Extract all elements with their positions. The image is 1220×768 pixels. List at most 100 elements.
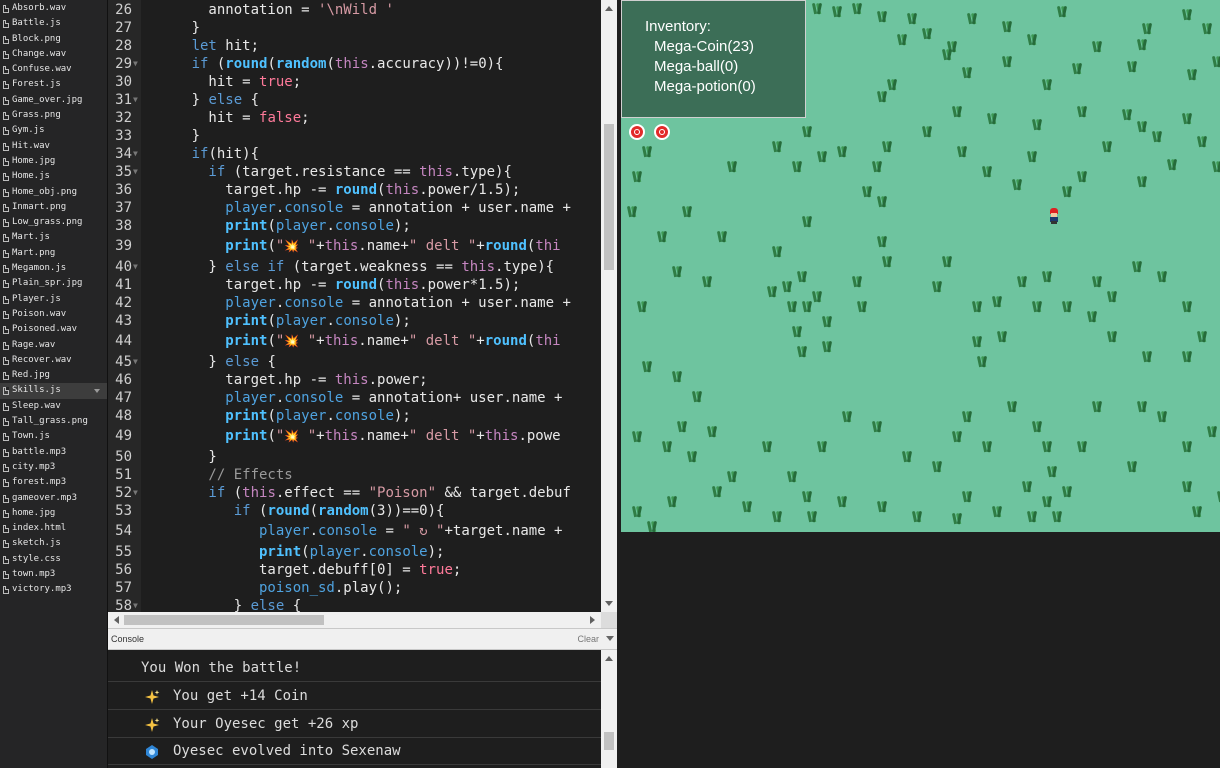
file-item[interactable]: Plain_spr.jpg bbox=[0, 276, 107, 291]
code-line[interactable]: let hit; bbox=[141, 37, 259, 55]
file-item[interactable]: Mart.js bbox=[0, 230, 107, 245]
code-line[interactable]: } else { bbox=[141, 597, 301, 612]
fold-arrow-icon[interactable]: ▼ bbox=[133, 484, 138, 502]
code-line[interactable]: // Effects bbox=[141, 466, 292, 484]
code-line[interactable]: } else { bbox=[141, 353, 275, 371]
scroll-right-arrow-icon[interactable] bbox=[590, 616, 595, 624]
code-line[interactable]: print("💥 "+this.name+" delt "+round(thi bbox=[141, 237, 560, 255]
file-item[interactable]: Tall_grass.png bbox=[0, 414, 107, 429]
file-item[interactable]: battle.mp3 bbox=[0, 445, 107, 460]
code-line[interactable]: } bbox=[141, 448, 216, 466]
file-item[interactable]: Inmart.png bbox=[0, 200, 107, 215]
code-line[interactable]: } else if (target.weakness == this.type)… bbox=[141, 258, 554, 276]
code-line[interactable]: player.console = annotation + user.name … bbox=[141, 199, 579, 217]
fold-arrow-icon[interactable]: ▼ bbox=[133, 145, 138, 163]
fold-arrow-icon[interactable]: ▼ bbox=[133, 258, 138, 276]
scroll-thumb[interactable] bbox=[124, 615, 324, 625]
code-line[interactable]: print("💥 "+this.name+" delt "+this.powe bbox=[141, 427, 560, 445]
file-item[interactable]: Home_obj.png bbox=[0, 185, 107, 200]
code-editor[interactable]: 26 27 28 29 ▼ 30 31 ▼ 32 33 34 ▼ 35 ▼ 36 37 38 39 40 ▼ 41 42 4… bbox=[108, 0, 617, 628]
file-item[interactable]: Poisoned.wav bbox=[0, 322, 107, 337]
editor-horizontal-scrollbar[interactable] bbox=[108, 612, 601, 628]
scroll-up-arrow-icon[interactable] bbox=[605, 656, 613, 661]
grass-tuft bbox=[791, 160, 803, 172]
file-item[interactable]: Rage.wav bbox=[0, 338, 107, 353]
code-line[interactable]: } bbox=[141, 19, 200, 37]
code-line[interactable]: if (this.effect == "Poison" && target.de… bbox=[141, 484, 570, 502]
code-line[interactable]: if(hit){ bbox=[141, 145, 259, 163]
file-item[interactable]: sketch.js bbox=[0, 536, 107, 551]
file-item[interactable]: Battle.js bbox=[0, 16, 107, 31]
code-area[interactable]: annotation = '\nWild ' } let hit; if (ro… bbox=[141, 0, 601, 612]
code-line[interactable]: player.console = annotation + user.name … bbox=[141, 294, 571, 312]
code-token: +target.name + bbox=[444, 523, 571, 539]
code-line[interactable]: player.console = annotation+ user.name + bbox=[141, 389, 571, 407]
code-line[interactable]: hit = true; bbox=[141, 73, 301, 91]
file-item[interactable]: Mart.png bbox=[0, 246, 107, 261]
code-line[interactable]: target.hp -= this.power; bbox=[141, 371, 427, 389]
fold-arrow-icon[interactable]: ▼ bbox=[133, 163, 138, 181]
file-item[interactable]: town.mp3 bbox=[0, 567, 107, 582]
scroll-up-arrow-icon[interactable] bbox=[605, 6, 613, 11]
file-item[interactable]: forest.mp3 bbox=[0, 475, 107, 490]
code-line[interactable]: poison_sd.play(); bbox=[141, 579, 402, 597]
fold-arrow-icon[interactable]: ▼ bbox=[133, 597, 138, 612]
file-item[interactable]: Forest.js bbox=[0, 77, 107, 92]
code-line[interactable]: hit = false; bbox=[141, 109, 309, 127]
file-item[interactable]: Megamon.js bbox=[0, 261, 107, 276]
fold-arrow-icon[interactable]: ▼ bbox=[133, 55, 138, 73]
console-vertical-scrollbar[interactable] bbox=[601, 650, 617, 768]
file-item[interactable]: Home.js bbox=[0, 169, 107, 184]
file-item[interactable]: Poison.wav bbox=[0, 307, 107, 322]
grass-tuft bbox=[1136, 120, 1148, 132]
file-item[interactable]: home.jpg bbox=[0, 506, 107, 521]
scroll-left-arrow-icon[interactable] bbox=[114, 616, 119, 624]
file-item[interactable]: Game_over.jpg bbox=[0, 93, 107, 108]
code-line[interactable]: target.hp -= round(this.power*1.5); bbox=[141, 276, 520, 294]
code-line[interactable]: print(player.console); bbox=[141, 312, 410, 330]
code-line[interactable]: print(player.console); bbox=[141, 407, 410, 425]
code-line[interactable]: } else { bbox=[141, 91, 259, 109]
file-item[interactable]: Confuse.wav bbox=[0, 62, 107, 77]
code-line[interactable]: target.hp -= round(this.power/1.5); bbox=[141, 181, 520, 199]
file-item[interactable]: Gym.js bbox=[0, 123, 107, 138]
code-line[interactable]: if (round(random(this.accuracy))!=0){ bbox=[141, 55, 504, 73]
file-item[interactable]: Town.js bbox=[0, 429, 107, 444]
code-line[interactable]: target.debuff[0] = true; bbox=[141, 561, 461, 579]
file-item[interactable]: Hit.wav bbox=[0, 139, 107, 154]
fold-arrow-icon[interactable]: ▼ bbox=[133, 353, 138, 371]
code-line[interactable]: print(player.console); bbox=[141, 217, 410, 235]
code-line[interactable]: player.console = " ↻ "+target.name + bbox=[141, 522, 571, 540]
file-item[interactable]: Low_grass.png bbox=[0, 215, 107, 230]
file-item[interactable]: Absorb.wav bbox=[0, 1, 107, 16]
scroll-down-arrow-icon[interactable] bbox=[605, 601, 613, 606]
file-menu-icon[interactable] bbox=[94, 389, 100, 394]
file-item[interactable]: Home.jpg bbox=[0, 154, 107, 169]
file-item[interactable]: Change.wav bbox=[0, 47, 107, 62]
code-line[interactable]: print(player.console); bbox=[141, 543, 444, 561]
file-item[interactable]: Recover.wav bbox=[0, 353, 107, 368]
scroll-thumb[interactable] bbox=[604, 732, 614, 750]
file-item[interactable]: style.css bbox=[0, 552, 107, 567]
file-item[interactable]: Block.png bbox=[0, 32, 107, 47]
file-item[interactable]: Red.jpg bbox=[0, 368, 107, 383]
file-item[interactable]: city.mp3 bbox=[0, 460, 107, 475]
fold-arrow-icon[interactable]: ▼ bbox=[133, 91, 138, 109]
file-item[interactable]: Skills.js bbox=[0, 383, 107, 399]
file-item[interactable]: Grass.png bbox=[0, 108, 107, 123]
code-line[interactable]: if (round(random(3))==0){ bbox=[141, 502, 445, 520]
scroll-thumb[interactable] bbox=[604, 124, 614, 270]
file-item[interactable]: victory.mp3 bbox=[0, 582, 107, 597]
file-item[interactable]: index.html bbox=[0, 521, 107, 536]
editor-vertical-scrollbar[interactable] bbox=[601, 0, 617, 612]
code-line[interactable]: annotation = '\nWild ' bbox=[141, 1, 393, 19]
chevron-down-icon[interactable] bbox=[606, 636, 614, 641]
code-line[interactable]: if (target.resistance == this.type){ bbox=[141, 163, 511, 181]
file-item[interactable]: Sleep.wav bbox=[0, 399, 107, 414]
code-line[interactable]: print("💥 "+this.name+" delt "+round(thi bbox=[141, 332, 560, 350]
file-item[interactable]: gameover.mp3 bbox=[0, 491, 107, 506]
game-canvas[interactable]: Inventory: Mega-Coin(23) Mega-ball(0) Me… bbox=[621, 0, 1220, 532]
code-line[interactable]: } bbox=[141, 127, 200, 145]
file-item[interactable]: Player.js bbox=[0, 292, 107, 307]
console-clear-button[interactable]: Clear bbox=[577, 634, 599, 644]
